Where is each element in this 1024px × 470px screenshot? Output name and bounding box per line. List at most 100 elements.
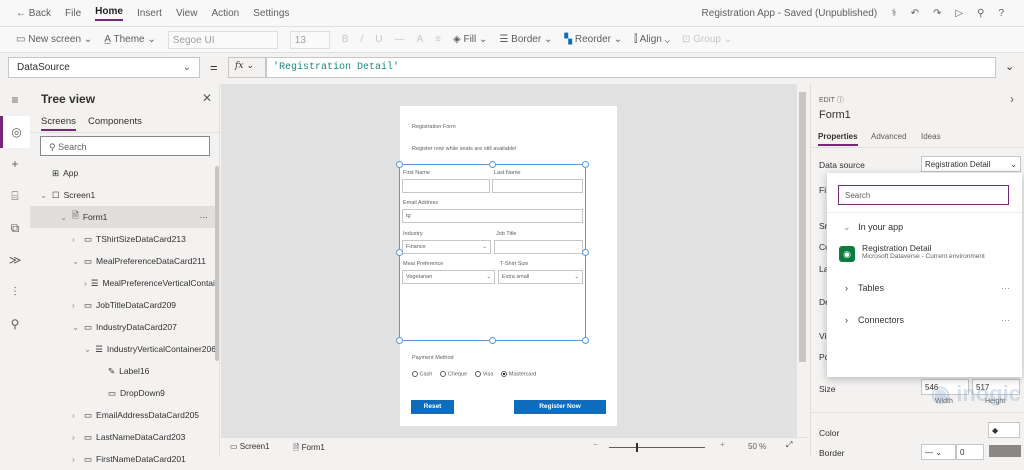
- border-style-select[interactable]: — ⌄: [921, 444, 956, 460]
- resize-handle[interactable]: [582, 161, 589, 168]
- tree-scrollbar[interactable]: [215, 166, 219, 361]
- payment-radio-cash[interactable]: Cash: [412, 371, 432, 377]
- tshirt-dropdown[interactable]: Extra small ⌄: [498, 270, 583, 284]
- more-icon[interactable]: ···: [1001, 283, 1010, 293]
- menu-insert[interactable]: Insert: [137, 8, 162, 19]
- border-button[interactable]: ☰ Border ⌄: [499, 34, 552, 45]
- tree-item[interactable]: ▭ DropDown9: [30, 382, 216, 404]
- tree-item[interactable]: ⌄ 🗎 Form1 ···: [30, 206, 216, 228]
- tree-item[interactable]: › ☰ MealPreferenceVerticalContainer: [30, 272, 216, 294]
- more-options-icon[interactable]: ···: [200, 212, 209, 222]
- zoom-out-button[interactable]: −: [593, 440, 598, 449]
- chevron-icon[interactable]: ⌄: [40, 190, 48, 201]
- payment-radio-mastercard[interactable]: Mastercard: [501, 371, 536, 377]
- border-width-input[interactable]: 0: [956, 444, 984, 460]
- reorder-button[interactable]: ▚ Reorder ⌄: [564, 34, 622, 45]
- expand-formula-icon[interactable]: ⌄: [1005, 60, 1014, 73]
- more-icon[interactable]: ···: [1001, 315, 1010, 325]
- payment-radio-cheque[interactable]: Cheque: [440, 371, 467, 377]
- fx-button[interactable]: fx ⌄: [228, 57, 266, 78]
- search-icon[interactable]: ⚲: [0, 308, 30, 340]
- tab-screens[interactable]: Screens: [41, 116, 76, 131]
- menu-file[interactable]: File: [65, 8, 81, 19]
- tab-ideas[interactable]: Ideas: [921, 132, 941, 141]
- resize-handle[interactable]: [582, 337, 589, 344]
- tab-properties[interactable]: Properties: [818, 132, 858, 146]
- tree-search-input[interactable]: ⚲ Search: [40, 136, 210, 156]
- chevron-icon[interactable]: ›: [72, 454, 80, 464]
- font-color-icon[interactable]: A: [416, 34, 423, 45]
- scroll-thumb[interactable]: [799, 92, 806, 362]
- job-title-input[interactable]: [494, 240, 583, 254]
- tree-item[interactable]: ⌄ ☐ Screen1: [30, 184, 216, 206]
- register-now-button[interactable]: Register Now: [514, 400, 606, 414]
- property-select[interactable]: DataSource ⌄: [8, 57, 200, 78]
- hamburger-icon[interactable]: ≡: [0, 84, 30, 116]
- power-automate-icon[interactable]: ≫: [0, 244, 30, 276]
- tree-item[interactable]: › ▭ JobTitleDataCard209: [30, 294, 216, 316]
- tree-item[interactable]: › ▭ FirstNameDataCard201: [30, 448, 216, 470]
- underline-button[interactable]: U: [375, 34, 382, 45]
- fill-button[interactable]: ◈ Fill ⌄: [453, 34, 487, 45]
- resize-handle[interactable]: [582, 249, 589, 256]
- data-source-search-input[interactable]: Search: [838, 185, 1009, 205]
- undo-icon[interactable]: ↶: [911, 8, 919, 19]
- chevron-icon[interactable]: ›: [72, 234, 80, 244]
- new-screen-button[interactable]: ▭ New screen ⌄: [16, 34, 92, 45]
- chevron-icon[interactable]: ⌄: [84, 344, 91, 355]
- help-icon[interactable]: ⓘ: [837, 97, 844, 104]
- align-button[interactable]: ⫿ Align ⌄: [634, 34, 670, 45]
- close-icon[interactable]: ✕: [202, 91, 212, 105]
- resize-handle[interactable]: [489, 337, 496, 344]
- border-color-swatch[interactable]: [989, 445, 1021, 457]
- registration-detail-item[interactable]: Registration Detail Microsoft Dataverse -…: [862, 243, 985, 260]
- chevron-icon[interactable]: ⌄: [72, 322, 80, 333]
- chevron-icon[interactable]: ⌄: [72, 256, 80, 267]
- strikethrough-icon[interactable]: —: [394, 34, 404, 45]
- tree-item[interactable]: › ▭ TShirtSizeDataCard213: [30, 228, 216, 250]
- meal-dropdown[interactable]: Vegetarian ⌄: [402, 270, 495, 284]
- back-button[interactable]: ← Back: [16, 8, 51, 19]
- chevron-icon[interactable]: ›: [84, 278, 87, 288]
- form1[interactable]: First Name Last Name Email Address tg In…: [396, 161, 589, 344]
- tables-section[interactable]: › Tables ···: [845, 283, 1010, 293]
- play-icon[interactable]: ▷: [955, 8, 963, 19]
- payment-radio-visa[interactable]: Visa: [475, 371, 493, 377]
- zoom-slider-thumb[interactable]: [636, 443, 638, 452]
- resize-handle[interactable]: [396, 161, 403, 168]
- tree-view-icon[interactable]: ◎: [0, 116, 30, 148]
- resize-handle[interactable]: [489, 161, 496, 168]
- app-checker-icon[interactable]: ⚕: [891, 8, 896, 19]
- tree-item[interactable]: ⌄ ▭ MealPreferenceDataCard211: [30, 250, 216, 272]
- tree-item[interactable]: ⌄ ☰ IndustryVerticalContainer206: [30, 338, 216, 360]
- chevron-icon[interactable]: ›: [72, 432, 80, 442]
- menu-home[interactable]: Home: [95, 6, 123, 21]
- last-name-input[interactable]: [492, 179, 583, 193]
- fit-to-window-icon[interactable]: ⤢: [786, 440, 792, 450]
- group-button[interactable]: ⊡ Group ⌄: [682, 34, 732, 45]
- tab-components[interactable]: Components: [88, 116, 142, 127]
- connectors-section[interactable]: › Connectors ···: [845, 315, 1010, 325]
- in-your-app-section[interactable]: ⌄ In your app: [843, 222, 903, 233]
- first-name-input[interactable]: [402, 179, 490, 193]
- chevron-icon[interactable]: ›: [72, 300, 80, 310]
- zoom-slider[interactable]: [609, 443, 705, 452]
- italic-button[interactable]: /: [360, 34, 363, 45]
- reset-button[interactable]: Reset: [411, 400, 454, 414]
- canvas-scrollbar[interactable]: [797, 84, 808, 437]
- breadcrumb-screen1[interactable]: ▭ Screen1: [230, 442, 270, 451]
- tree-item[interactable]: ✎ Label16: [30, 360, 216, 382]
- resize-handle[interactable]: [396, 337, 403, 344]
- breadcrumb-form1[interactable]: 🗎 Form1: [293, 442, 325, 456]
- font-size-select[interactable]: 13: [289, 30, 330, 49]
- chevron-icon[interactable]: ⌄: [60, 212, 68, 223]
- font-select[interactable]: Segoe UI: [167, 30, 278, 49]
- help-icon[interactable]: ?: [998, 8, 1004, 19]
- bold-button[interactable]: B: [342, 34, 349, 45]
- email-input[interactable]: tg: [402, 209, 583, 223]
- redo-icon[interactable]: ↷: [933, 8, 941, 19]
- zoom-in-button[interactable]: +: [720, 440, 725, 449]
- tree-item[interactable]: ⊞ App: [30, 162, 216, 184]
- advanced-tools-icon[interactable]: ⫶: [0, 276, 30, 308]
- menu-action[interactable]: Action: [211, 8, 239, 19]
